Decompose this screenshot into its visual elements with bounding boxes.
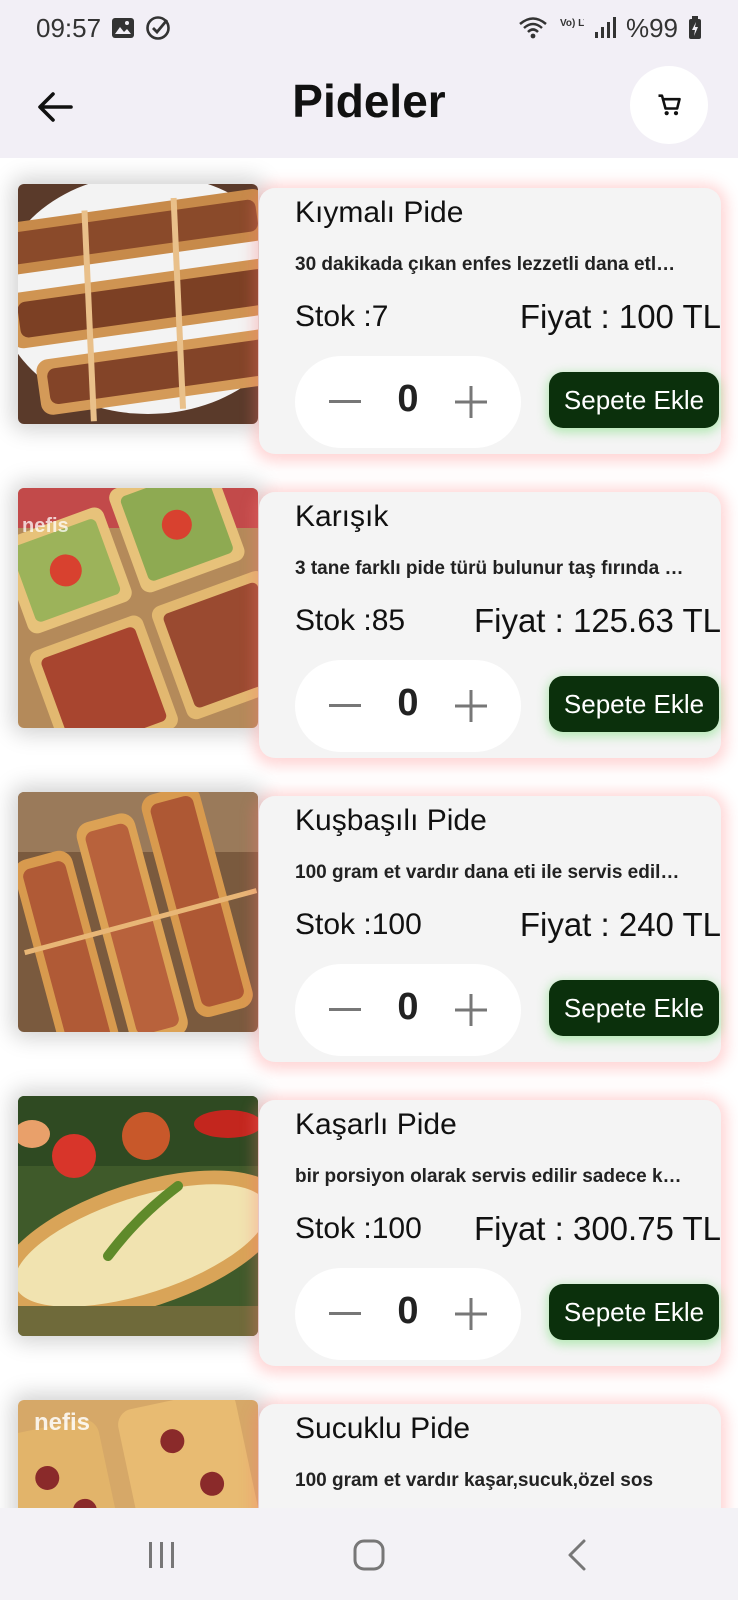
back-icon <box>568 1539 586 1571</box>
decrement-button[interactable] <box>321 682 369 730</box>
wifi-icon <box>518 16 548 40</box>
product-description: 30 dakikada çıkan enfes lezzetli dana et… <box>295 254 676 275</box>
home-icon <box>353 1539 385 1571</box>
product-name: Kuşbaşılı Pide <box>295 804 487 837</box>
recents-button[interactable] <box>137 1532 187 1578</box>
plus-icon <box>455 1298 487 1330</box>
decrement-button[interactable] <box>321 986 369 1034</box>
quantity-stepper: 0 <box>295 1268 521 1360</box>
product-name: Karışık <box>295 500 389 533</box>
decrement-button[interactable] <box>321 378 369 426</box>
increment-button[interactable] <box>447 378 495 426</box>
minus-icon <box>329 704 361 707</box>
product-price: Fiyat : 240 TL <box>519 906 721 943</box>
product-item: Kıymalı Pide 30 dakikada çıkan enfes lez… <box>0 170 738 454</box>
battery-charging-icon <box>688 16 702 40</box>
product-card: Sucuklu Pide 100 gram et vardır kaşar,su… <box>259 1404 721 1508</box>
product-image: nefis <box>18 488 258 728</box>
cart-button[interactable] <box>630 66 708 144</box>
screen: 09:57 Vo) LTE %99 <box>0 0 738 1600</box>
product-name: Kaşarlı Pide <box>295 1108 457 1141</box>
product-image <box>18 1096 258 1336</box>
add-to-cart-button[interactable]: Sepete Ekle <box>549 980 719 1036</box>
nav-back-button[interactable] <box>552 1532 602 1578</box>
status-time: 09:57 <box>36 12 102 43</box>
product-card: Kaşarlı Pide bir porsiyon olarak servis … <box>259 1100 721 1366</box>
system-nav-bar <box>0 1508 738 1600</box>
product-item: nefis Karışık 3 tane farklı pide türü bu… <box>0 474 738 758</box>
svg-text:Vo) LTE: Vo) LTE <box>560 18 584 29</box>
product-stock: Stok :85 <box>295 604 406 637</box>
decrement-button[interactable] <box>321 1290 369 1338</box>
product-name: Sucuklu Pide <box>295 1412 471 1445</box>
product-card: Karışık 3 tane farklı pide türü bulunur … <box>259 492 721 758</box>
product-list[interactable]: Kıymalı Pide 30 dakikada çıkan enfes lez… <box>0 158 738 1508</box>
cart-icon <box>658 94 681 116</box>
increment-button[interactable] <box>447 1290 495 1338</box>
recents-icon <box>149 1542 174 1568</box>
product-card: Kıymalı Pide 30 dakikada çıkan enfes lez… <box>259 188 721 454</box>
signal-icon <box>594 16 616 40</box>
product-image <box>18 792 258 1032</box>
product-price: Fiyat : 300.75 TL <box>473 1210 721 1247</box>
product-price: Fiyat : 100 TL <box>519 298 721 335</box>
watermark-text: nefis <box>34 1409 90 1436</box>
add-to-cart-button[interactable]: Sepete Ekle <box>549 676 719 732</box>
watermark-text: nefis <box>22 515 69 537</box>
quantity-stepper: 0 <box>295 964 521 1056</box>
product-price: Fiyat : 125.63 TL <box>473 602 721 639</box>
quantity-stepper: 0 <box>295 356 521 448</box>
app-bar: Pideler <box>0 56 738 158</box>
minus-icon <box>329 400 361 403</box>
plus-icon <box>455 386 487 418</box>
plus-icon <box>455 690 487 722</box>
page-title: Pideler <box>292 75 446 127</box>
product-description: 3 tane farklı pide türü bulunur taş fırı… <box>295 558 684 579</box>
product-image <box>18 184 258 424</box>
product-description: bir porsiyon olarak servis edilir sadece… <box>295 1166 682 1187</box>
product-stock: Stok :100 <box>295 1212 422 1245</box>
product-item: nefis Sucuklu Pide 100 gram et vardır ka… <box>0 1386 738 1508</box>
product-item: Kaşarlı Pide bir porsiyon olarak servis … <box>0 1082 738 1366</box>
check-circle-icon <box>145 15 171 41</box>
increment-button[interactable] <box>447 986 495 1034</box>
status-bar: 09:57 Vo) LTE %99 <box>0 0 738 56</box>
quantity-value: 0 <box>397 1290 419 1332</box>
volte-lte-icon: Vo) LTE <box>558 15 584 41</box>
product-name: Kıymalı Pide <box>295 196 464 229</box>
product-stock: Stok :100 <box>295 908 422 941</box>
plus-icon <box>455 994 487 1026</box>
add-to-cart-button[interactable]: Sepete Ekle <box>549 1284 719 1340</box>
minus-icon <box>329 1008 361 1011</box>
product-item: Kuşbaşılı Pide 100 gram et vardır dana e… <box>0 778 738 1062</box>
quantity-value: 0 <box>397 378 419 420</box>
product-stock: Stok :7 <box>295 300 389 333</box>
gallery-icon <box>111 17 135 39</box>
battery-percent: %99 <box>625 12 678 43</box>
quantity-stepper: 0 <box>295 660 521 752</box>
home-button[interactable] <box>344 1532 394 1578</box>
quantity-value: 0 <box>397 682 419 724</box>
product-card: Kuşbaşılı Pide 100 gram et vardır dana e… <box>259 796 721 1062</box>
add-to-cart-button[interactable]: Sepete Ekle <box>549 372 719 428</box>
minus-icon <box>329 1312 361 1315</box>
product-description: 100 gram et vardır dana eti ile servis e… <box>295 862 680 883</box>
increment-button[interactable] <box>447 682 495 730</box>
quantity-value: 0 <box>397 986 419 1028</box>
product-image: nefis <box>18 1400 258 1508</box>
product-description: 100 gram et vardır kaşar,sucuk,özel sos <box>295 1470 654 1491</box>
